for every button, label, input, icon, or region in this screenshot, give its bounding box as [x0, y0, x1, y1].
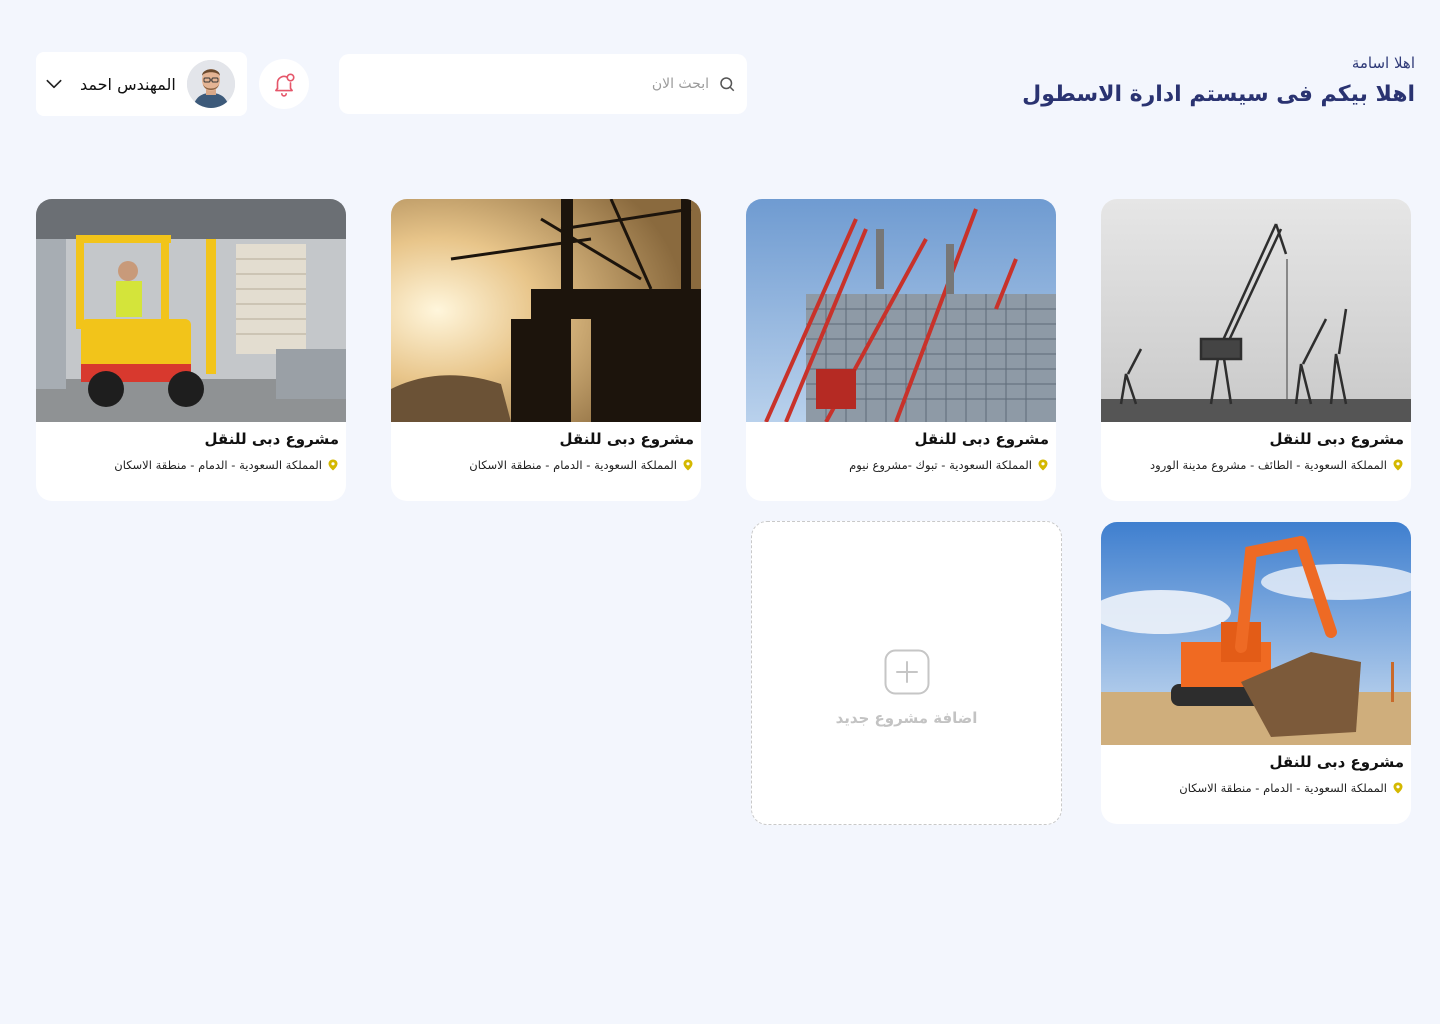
project-location-text: المملكة السعودية - تبوك -مشروع نيوم: [849, 458, 1032, 472]
project-card[interactable]: مشروع دبى للنقل المملكة السعودية - الدما…: [391, 199, 701, 501]
project-card[interactable]: مشروع دبى للنقل المملكة السعودية - الطائ…: [1101, 199, 1411, 501]
location-pin-icon: [682, 459, 694, 471]
chevron-down-icon[interactable]: [42, 72, 66, 96]
location-pin-icon: [1037, 459, 1049, 471]
project-location-text: المملكة السعودية - الطائف - مشروع مدينة …: [1150, 458, 1387, 472]
add-project-label: اضافة مشروع جديد: [835, 709, 978, 727]
project-title: مشروع دبى للنقل: [1269, 430, 1404, 448]
project-location-text: المملكة السعودية - الدمام - منطقة الاسكا…: [114, 458, 322, 472]
project-image-oil-rig: [391, 199, 701, 422]
project-image-excavator: [1101, 522, 1411, 745]
project-location: المملكة السعودية - الدمام - منطقة الاسكا…: [401, 458, 694, 472]
plus-square-icon: [884, 649, 929, 695]
project-card[interactable]: مشروع دبى للنقل المملكة السعودية - الدما…: [36, 199, 346, 501]
notifications-button[interactable]: [259, 59, 309, 109]
project-card[interactable]: مشروع دبى للنقل المملكة السعودية - الدما…: [1101, 522, 1411, 824]
bell-icon: [275, 73, 295, 97]
user-name: المهندس احمد: [80, 74, 176, 94]
user-menu[interactable]: المهندس احمد: [36, 52, 247, 116]
avatar: [187, 60, 235, 108]
project-location-text: المملكة السعودية - الدمام - منطقة الاسكا…: [469, 458, 677, 472]
search-bar[interactable]: [339, 54, 747, 114]
project-title: مشروع دبى للنقل: [914, 430, 1049, 448]
page-title: اهلا بيكم فى سيستم ادارة الاسطول: [1022, 82, 1415, 107]
location-pin-icon: [1392, 459, 1404, 471]
location-pin-icon: [327, 459, 339, 471]
project-location: المملكة السعودية - تبوك -مشروع نيوم: [756, 458, 1049, 472]
greeting: اهلا اسامة اهلا بيكم فى سيستم ادارة الاس…: [1022, 54, 1415, 107]
greeting-subtitle: اهلا اسامة: [1351, 54, 1415, 72]
project-location: المملكة السعودية - الطائف - مشروع مدينة …: [1111, 458, 1404, 472]
project-location: المملكة السعودية - الدمام - منطقة الاسكا…: [46, 458, 339, 472]
project-image-forklift: [36, 199, 346, 422]
add-project-card[interactable]: اضافة مشروع جديد: [751, 521, 1062, 825]
location-pin-icon: [1392, 782, 1404, 794]
project-card[interactable]: مشروع دبى للنقل المملكة السعودية - تبوك …: [746, 199, 1056, 501]
project-image-port-cranes: [1101, 199, 1411, 422]
search-input[interactable]: [389, 76, 709, 92]
project-title: مشروع دبى للنقل: [1269, 753, 1404, 771]
search-icon: [717, 74, 737, 94]
project-title: مشروع دبى للنقل: [559, 430, 694, 448]
project-location: المملكة السعودية - الدمام - منطقة الاسكا…: [1111, 781, 1404, 795]
project-location-text: المملكة السعودية - الدمام - منطقة الاسكا…: [1179, 781, 1387, 795]
project-image-construction-cranes: [746, 199, 1056, 422]
project-title: مشروع دبى للنقل: [204, 430, 339, 448]
